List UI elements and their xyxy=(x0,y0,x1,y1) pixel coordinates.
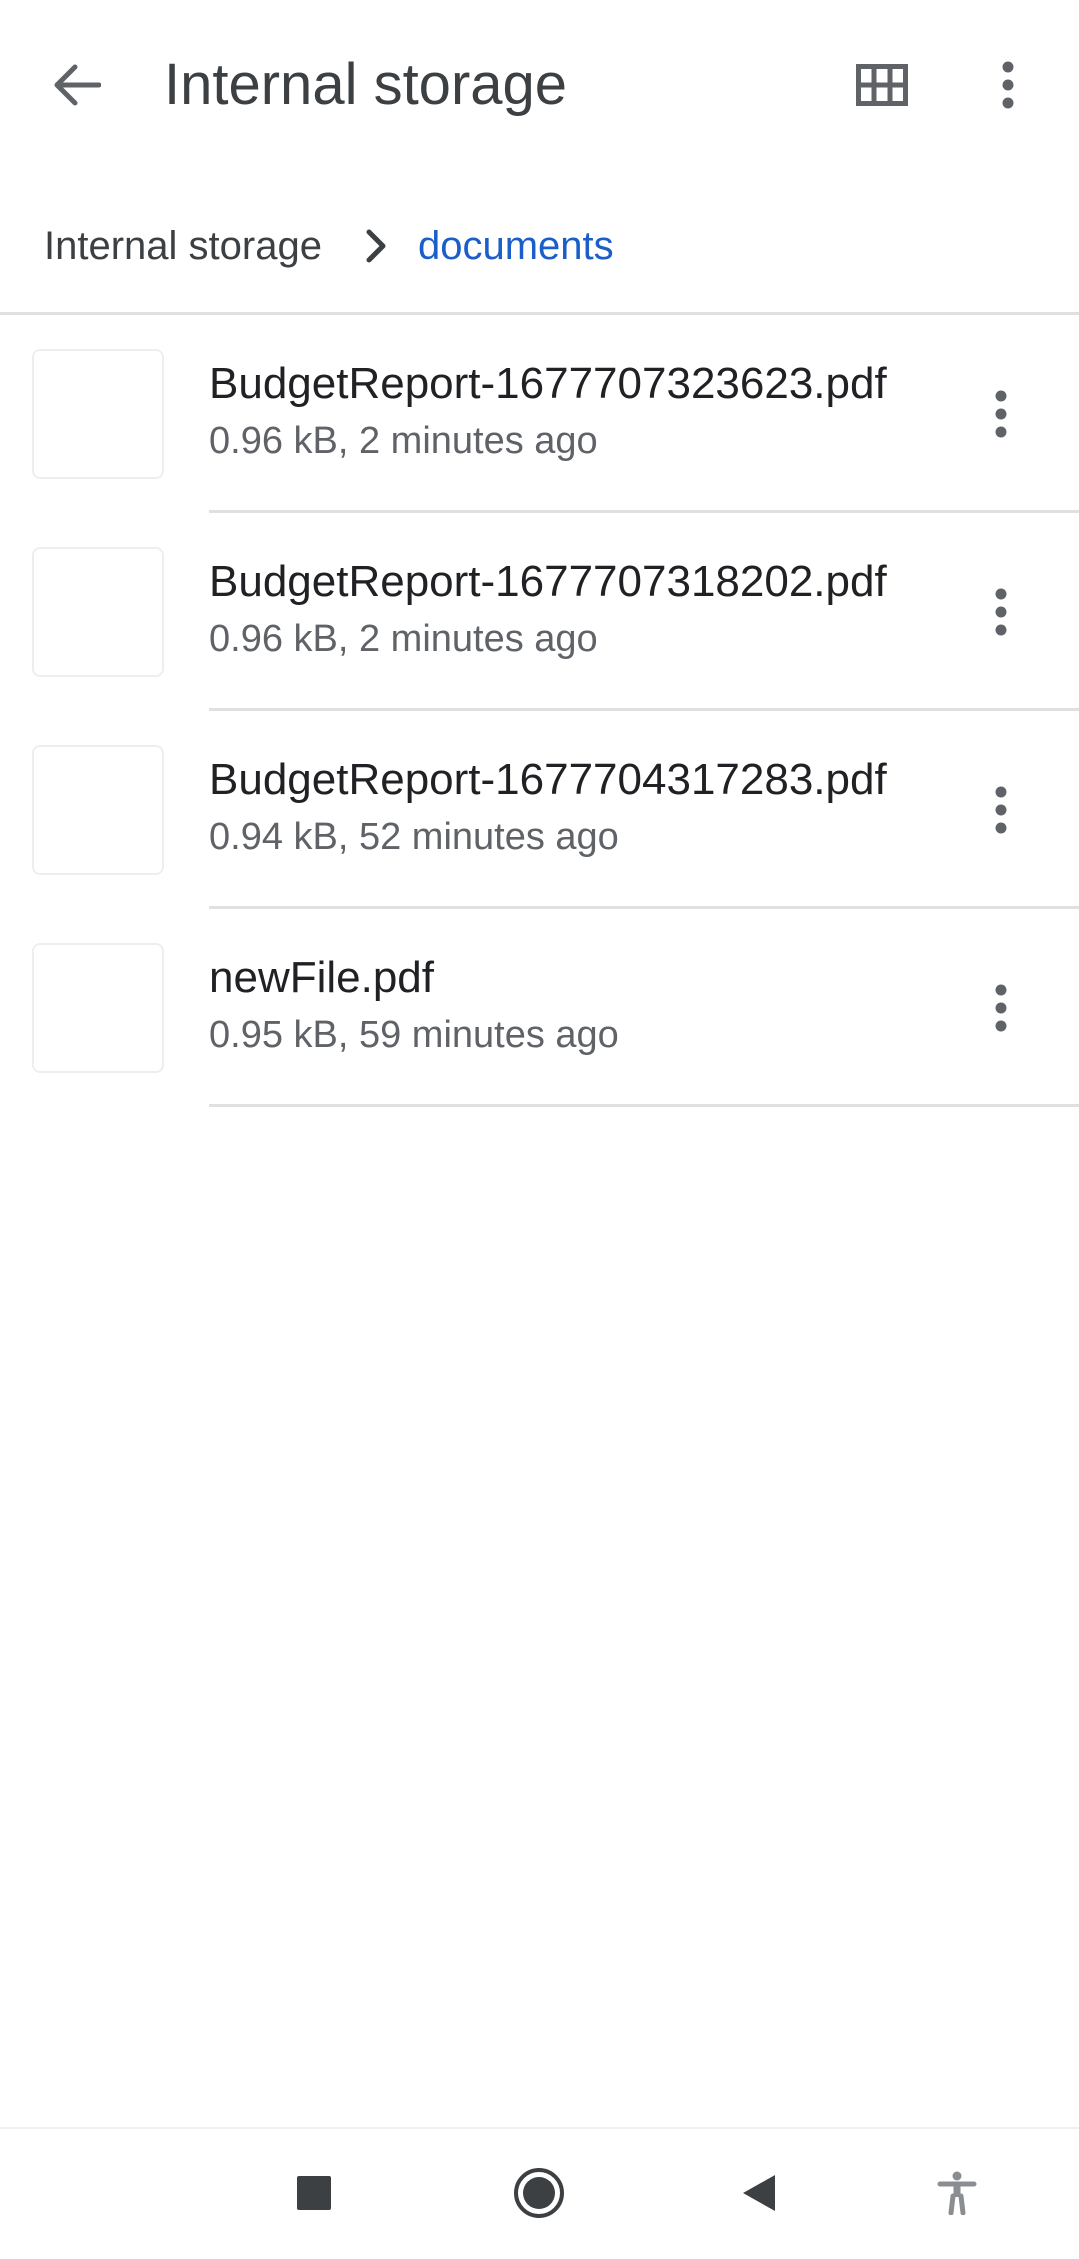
system-nav-bar xyxy=(0,2127,1079,2259)
circle-home-icon xyxy=(514,2168,564,2218)
file-name: BudgetReport-1677704317283.pdf xyxy=(209,755,887,804)
chevron-right-icon xyxy=(356,206,396,286)
breadcrumb-current[interactable]: documents xyxy=(418,206,614,286)
file-meta: 0.94 kB, 52 minutes ago xyxy=(209,816,619,858)
breadcrumb-root[interactable]: Internal storage xyxy=(44,206,322,286)
file-thumbnail xyxy=(32,547,164,677)
file-meta: 0.96 kB, 2 minutes ago xyxy=(209,618,598,660)
file-name: BudgetReport-1677707318202.pdf xyxy=(209,557,887,606)
file-more-button[interactable] xyxy=(966,971,1036,1045)
more-vert-icon xyxy=(1002,61,1014,109)
file-thumbnail xyxy=(32,745,164,875)
file-manager-screen: Internal storage Internal storage docume… xyxy=(0,0,1079,2259)
file-row[interactable]: BudgetReport-1677707318202.pdf 0.96 kB, … xyxy=(0,513,1079,711)
app-bar: Internal storage xyxy=(0,0,1079,170)
more-vert-icon xyxy=(995,390,1007,438)
file-row[interactable]: BudgetReport-1677707323623.pdf 0.96 kB, … xyxy=(0,315,1079,513)
file-more-button[interactable] xyxy=(966,773,1036,847)
file-meta: 0.96 kB, 2 minutes ago xyxy=(209,420,598,462)
accessibility-icon xyxy=(937,2171,977,2215)
nav-back-button[interactable] xyxy=(709,2143,809,2243)
page-title: Internal storage xyxy=(164,52,568,117)
back-button[interactable] xyxy=(36,50,116,120)
file-name: newFile.pdf xyxy=(209,953,435,1002)
file-more-button[interactable] xyxy=(966,377,1036,451)
grid-view-icon xyxy=(856,64,908,106)
more-options-button[interactable] xyxy=(972,50,1044,120)
breadcrumb: Internal storage documents xyxy=(0,206,1079,286)
accessibility-button[interactable] xyxy=(907,2143,1007,2243)
row-divider xyxy=(209,1104,1079,1107)
grid-view-button[interactable] xyxy=(844,50,920,120)
file-row[interactable]: newFile.pdf 0.95 kB, 59 minutes ago xyxy=(0,909,1079,1107)
home-button[interactable] xyxy=(489,2143,589,2243)
arrow-back-icon xyxy=(54,64,101,106)
more-vert-icon xyxy=(995,984,1007,1032)
file-row[interactable]: BudgetReport-1677704317283.pdf 0.94 kB, … xyxy=(0,711,1079,909)
file-thumbnail xyxy=(32,349,164,479)
file-more-button[interactable] xyxy=(966,575,1036,649)
file-list: BudgetReport-1677707323623.pdf 0.96 kB, … xyxy=(0,315,1079,1107)
square-recents-icon xyxy=(297,2176,331,2210)
triangle-back-icon xyxy=(743,2175,775,2211)
file-meta: 0.95 kB, 59 minutes ago xyxy=(209,1014,619,1056)
more-vert-icon xyxy=(995,786,1007,834)
recents-button[interactable] xyxy=(264,2143,364,2243)
more-vert-icon xyxy=(995,588,1007,636)
file-name: BudgetReport-1677707323623.pdf xyxy=(209,359,887,408)
file-thumbnail xyxy=(32,943,164,1073)
